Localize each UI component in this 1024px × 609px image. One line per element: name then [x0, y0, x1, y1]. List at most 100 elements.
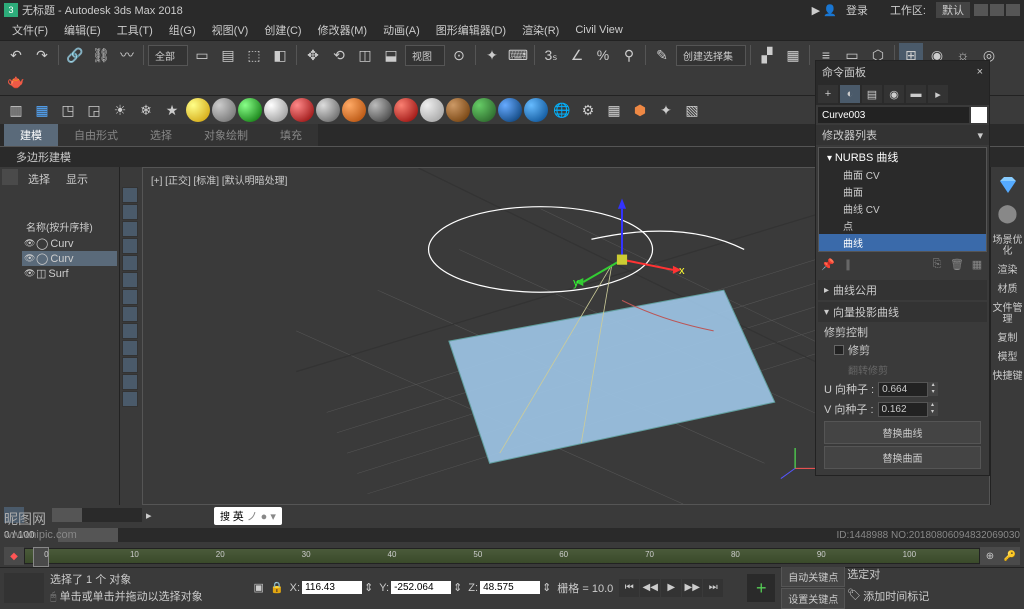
right-scene-opt[interactable]: 场景优化 — [991, 235, 1024, 257]
tab-freeform[interactable]: 自由形式 — [58, 124, 134, 146]
filter-1[interactable] — [122, 187, 138, 203]
login-link[interactable]: ▶ 👤 登录 — [806, 2, 880, 18]
selection-filter[interactable]: 全部 — [148, 45, 188, 66]
modifier-stack[interactable]: ▾ NURBS 曲线 曲面 CV 曲面 曲线 CV 点 曲线 — [818, 147, 987, 252]
timeline[interactable]: ◆ 01020 304050 607080 90100 ⊕ 🔑 — [0, 545, 1024, 567]
menu-anim[interactable]: 动画(A) — [375, 20, 428, 40]
extra-icon-4[interactable]: ⬢ — [628, 98, 652, 122]
filter-4[interactable] — [122, 238, 138, 254]
right-hotkey[interactable]: 快捷键 — [993, 371, 1023, 382]
keyboard-icon[interactable]: ⌨ — [506, 43, 530, 67]
set-key-button[interactable]: 设置关键点 — [781, 588, 845, 609]
workspace-dropdown[interactable]: 默认 — [936, 2, 970, 18]
extra-icon-2[interactable]: ⚙ — [576, 98, 600, 122]
v-down[interactable]: ▾ — [928, 409, 938, 416]
filter-12[interactable] — [122, 374, 138, 390]
menu-civil[interactable]: Civil View — [567, 22, 630, 38]
maximize-button[interactable] — [990, 4, 1004, 16]
subtab-poly[interactable]: 多边形建模 — [4, 147, 83, 167]
tab-modeling[interactable]: 建模 — [4, 124, 58, 146]
extra-icon-6[interactable]: ▧ — [680, 98, 704, 122]
add-key-plus-icon[interactable]: + — [747, 574, 775, 602]
time-tag-icon[interactable]: 🏷 — [847, 588, 861, 609]
u-down[interactable]: ▾ — [928, 389, 938, 396]
auto-key-button[interactable]: 自动关键点 — [781, 566, 845, 587]
spinner-snap-icon[interactable]: ⚲ — [617, 43, 641, 67]
motion-tab-icon[interactable]: ◉ — [884, 85, 904, 103]
rect-select-icon[interactable]: ⬚ — [242, 43, 266, 67]
utilities-tab-icon[interactable]: ▸ — [928, 85, 948, 103]
bind-icon[interactable]: 〰 — [115, 43, 139, 67]
mat-red[interactable] — [290, 98, 314, 122]
ime-indicator[interactable]: 搜 英 ノ ● ▾ — [214, 507, 282, 525]
strip-1[interactable] — [2, 169, 18, 185]
filter-9[interactable] — [122, 323, 138, 339]
display-tab-icon[interactable]: ▬ — [906, 85, 926, 103]
undo-icon[interactable]: ↶ — [4, 43, 28, 67]
menu-render[interactable]: 渲染(R) — [514, 20, 567, 40]
right-file[interactable]: 文件管理 — [991, 303, 1024, 325]
filter-10[interactable] — [122, 340, 138, 356]
tool-c-icon[interactable]: ☀ — [108, 98, 132, 122]
menu-group[interactable]: 组(G) — [161, 20, 204, 40]
extra-icon-3[interactable]: ▦ — [602, 98, 626, 122]
snap-icon[interactable]: 3ₛ — [539, 43, 563, 67]
make-unique-icon[interactable]: ⎘ — [929, 258, 945, 274]
tool-e-icon[interactable]: ★ — [160, 98, 184, 122]
isolate-icon[interactable]: ▣ — [254, 581, 264, 594]
mat-green[interactable] — [238, 98, 262, 122]
z-input[interactable] — [480, 581, 540, 594]
prev-frame-icon[interactable]: ◀◀ — [640, 579, 660, 597]
goto-end-icon[interactable]: ⏭ — [703, 579, 723, 597]
placement-icon[interactable]: ⬓ — [379, 43, 403, 67]
lock-icon[interactable]: 🔒 — [270, 581, 284, 594]
stack-item-selected[interactable]: 曲线 — [819, 234, 986, 251]
goto-start-icon[interactable]: ⏮ — [619, 579, 639, 597]
rollout-project[interactable]: ▾ 向量投影曲线 — [818, 302, 987, 322]
maxscript-icon[interactable] — [4, 573, 44, 603]
v-up[interactable]: ▴ — [928, 402, 938, 409]
next-frame-icon[interactable]: ▶▶ — [682, 579, 702, 597]
extra-icon-5[interactable]: ✦ — [654, 98, 678, 122]
mat-brown[interactable] — [446, 98, 470, 122]
y-input[interactable] — [391, 581, 451, 594]
redo-icon[interactable]: ↷ — [30, 43, 54, 67]
scale-icon[interactable]: ◫ — [353, 43, 377, 67]
tab-paint[interactable]: 对象绘制 — [188, 124, 264, 146]
mat-yellow[interactable] — [186, 98, 210, 122]
extra-icon-1[interactable]: 🌐 — [550, 98, 574, 122]
tree-item[interactable]: 👁◯Curv — [22, 251, 117, 266]
u-up[interactable]: ▴ — [928, 382, 938, 389]
named-selection[interactable]: 创建选择集 — [676, 45, 746, 66]
modifier-list-dropdown-icon[interactable]: ▾ — [977, 129, 983, 142]
tab-populate[interactable]: 填充 — [264, 124, 318, 146]
rotate-icon[interactable]: ⟲ — [327, 43, 351, 67]
mat-blue[interactable] — [498, 98, 522, 122]
pin-stack-icon[interactable]: 📌 — [820, 258, 836, 274]
configure-icon[interactable]: ▦ — [969, 258, 985, 274]
u-seed-input[interactable] — [878, 382, 928, 397]
mat-grey[interactable] — [212, 98, 236, 122]
slate-icon[interactable]: ▥ — [4, 98, 28, 122]
mirror-icon[interactable]: ▞ — [755, 43, 779, 67]
mat-dark[interactable] — [368, 98, 392, 122]
filter-3[interactable] — [122, 221, 138, 237]
tree-item[interactable]: 👁◫Surf — [22, 266, 117, 281]
mat-orange[interactable] — [342, 98, 366, 122]
filter-5[interactable] — [122, 255, 138, 271]
tool-a-icon[interactable]: ◳ — [56, 98, 80, 122]
menu-grapheditor[interactable]: 图形编辑器(D) — [428, 20, 514, 40]
angle-snap-icon[interactable]: ∠ — [565, 43, 589, 67]
tool-d-icon[interactable]: ❄ — [134, 98, 158, 122]
key-mode-icon[interactable]: ◆ — [4, 547, 24, 565]
filter-13[interactable] — [122, 391, 138, 407]
mat-light[interactable] — [420, 98, 444, 122]
hierarchy-tab-icon[interactable]: ▤ — [862, 85, 882, 103]
show-end-result-icon[interactable]: ∥ — [840, 258, 856, 274]
mat-salmon[interactable] — [394, 98, 418, 122]
link-icon[interactable]: 🔗 — [63, 43, 87, 67]
menu-edit[interactable]: 编辑(E) — [56, 20, 109, 40]
percent-snap-icon[interactable]: % — [591, 43, 615, 67]
select-icon[interactable]: ▭ — [190, 43, 214, 67]
close-button[interactable] — [1006, 4, 1020, 16]
